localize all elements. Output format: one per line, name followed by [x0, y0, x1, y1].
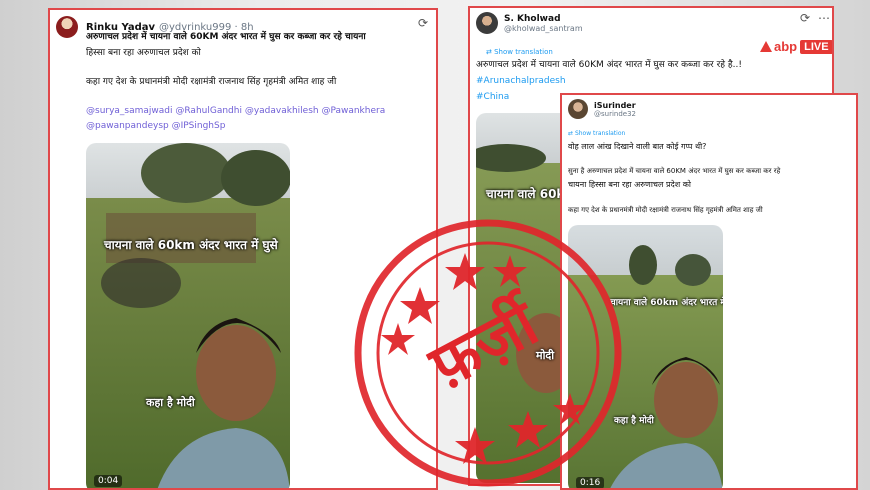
mentions-line1[interactable]: @surya_samajwadi @RahulGandhi @yadavakhi…	[86, 104, 436, 118]
video-overlay-caption: चायना वाले 60k	[486, 187, 565, 201]
live-badge: LIVE	[800, 39, 832, 54]
translate-icon: ⇄	[486, 48, 495, 56]
sync-icon[interactable]: ⟳	[418, 16, 428, 30]
tweet-text-line3: कहा गए देश के प्रधानमंत्री मोदी रक्षामंत…	[86, 77, 337, 87]
video-timestamp: 0:04	[94, 475, 123, 487]
hashtag-china[interactable]: #China	[476, 91, 509, 104]
tweet-text-line2: हिस्सा बना रहा अरुणाचल प्रदेश को	[86, 48, 201, 58]
abp-live-logo: abp LIVE	[760, 39, 832, 54]
avatar[interactable]	[568, 99, 588, 119]
video-overlay-caption: चायना वाले 60km अंदर भारत में घुसे	[610, 298, 723, 308]
tweet-header: S. Kholwad @kholwad_santram	[476, 12, 583, 34]
author-name[interactable]: iSurinder	[594, 101, 636, 110]
tweet-text-line1: वोह लाल आंख दिखाने वाली बात कोई गप्प थी?	[568, 142, 707, 151]
tweet-text-line4: कहा गए देश के प्रधानमंत्री मोदी रक्षामंत…	[568, 206, 763, 214]
mentions-line2[interactable]: @pawanpandeysp @IPSinghSp	[86, 119, 436, 133]
tweet-header: iSurinder @surinde32	[568, 99, 636, 119]
abp-triangle-icon	[760, 41, 772, 52]
abp-logo-text: abp	[774, 39, 798, 54]
avatar[interactable]	[56, 16, 78, 38]
tweet-video[interactable]: चायना वाले 60km अंदर भारत में घुसे कहा ह…	[86, 143, 290, 488]
hashtag-arunachal[interactable]: #Arunachalpradesh	[476, 75, 566, 88]
author-handle[interactable]: @surinde32	[594, 110, 636, 118]
fake-stamp: फ़र्ज़ी	[354, 219, 622, 487]
author-handle[interactable]: @kholwad_santram	[504, 24, 583, 33]
show-translation-link[interactable]: ⇄ Show translation	[486, 48, 553, 56]
tweet-text-line1: अरुणाचल प्रदेश में चायना वाले 60KM अंदर …	[86, 32, 366, 42]
tweet-text-line2: सुना है अरुणाचल प्रदेश में चायना वाले 60…	[568, 167, 781, 175]
author-name[interactable]: S. Kholwad	[504, 14, 583, 24]
video-scene	[101, 143, 290, 488]
tweet-text: अरुणाचल प्रदेश में चायना वाले 60KM अंदर …	[476, 60, 743, 70]
video-overlay-modi: कहा है मोदी	[146, 396, 195, 409]
avatar[interactable]	[476, 12, 498, 34]
more-icon[interactable]: ⋯	[818, 11, 830, 25]
video-overlay-caption: चायना वाले 60km अंदर भारत में घुसे	[104, 238, 278, 252]
translate-icon: ⇄	[568, 130, 575, 137]
show-translation-link[interactable]: ⇄ Show translation	[568, 130, 625, 137]
tweet-text-line3: चायना हिस्सा बना रहा अरुणाचल प्रदेश को	[568, 180, 691, 189]
sync-icon[interactable]: ⟳	[800, 11, 810, 25]
